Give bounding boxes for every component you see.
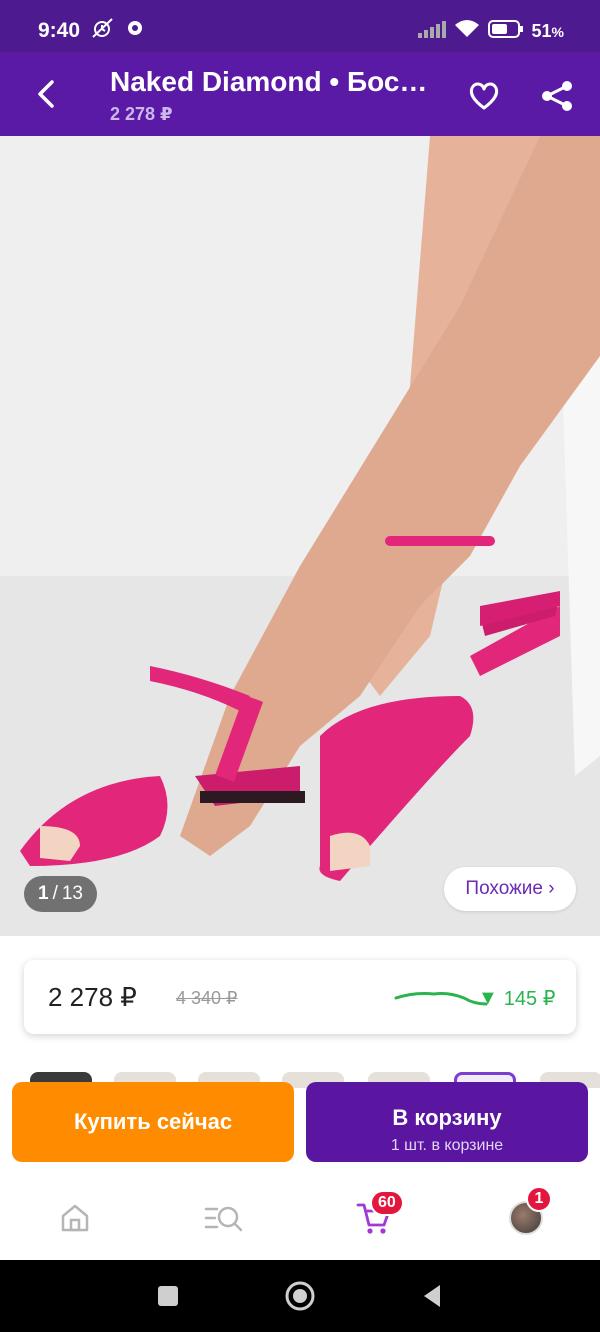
home-icon xyxy=(61,1204,89,1232)
in-cart-count: 1 шт. в корзине xyxy=(390,1137,504,1154)
back-system-button[interactable] xyxy=(414,1278,450,1314)
image-current: 1 xyxy=(38,883,49,904)
nav-profile[interactable]: 1 xyxy=(504,1186,552,1240)
catalog-search-icon xyxy=(204,1206,243,1232)
down-arrow-icon: ▼ xyxy=(478,987,498,1009)
price-drop-amount: 145 ₽ xyxy=(503,988,556,1010)
image-counter: 1 / 13 xyxy=(24,876,97,912)
mute-alarm-icon xyxy=(90,17,116,45)
square-icon xyxy=(158,1286,178,1306)
nav-cart[interactable]: 60 xyxy=(352,1190,404,1240)
back-button[interactable] xyxy=(26,74,66,114)
nav-home[interactable] xyxy=(53,1196,97,1240)
price-card[interactable]: 2 278 ₽ 4 340 ₽ ▼ 145 ₽ xyxy=(24,960,576,1034)
product-photo xyxy=(0,136,600,936)
app-bar: Naked Diamond • Бос… 2 278 ₽ xyxy=(0,52,600,136)
circle-icon xyxy=(285,1281,315,1311)
signal-icon xyxy=(417,20,446,43)
cart-badge: 60 xyxy=(370,1190,404,1216)
clock: 9:40 xyxy=(38,19,81,42)
header-price: 2 278 ₽ xyxy=(110,104,173,124)
add-to-cart-button[interactable]: В корзину 1 шт. в корзине xyxy=(306,1082,588,1162)
battery-unit: % xyxy=(551,23,564,40)
product-image-gallery[interactable]: 1 / 13 Похожие › xyxy=(0,136,600,936)
nav-catalog[interactable] xyxy=(202,1196,246,1240)
home-system-button[interactable] xyxy=(282,1278,318,1314)
buy-now-button[interactable]: Купить сейчас xyxy=(12,1082,294,1162)
similar-button[interactable]: Похожие › xyxy=(444,867,576,911)
share-icon xyxy=(542,81,572,111)
share-button[interactable] xyxy=(536,76,578,116)
add-to-cart-label: В корзину xyxy=(392,1105,502,1130)
bottom-navigation: 60 1 xyxy=(0,1176,600,1260)
battery-icon xyxy=(487,19,524,43)
battery-percent: 51 xyxy=(531,20,552,41)
system-navigation-bar xyxy=(0,1260,600,1332)
old-price: 4 340 ₽ xyxy=(176,988,238,1008)
recent-apps-button[interactable] xyxy=(150,1278,186,1314)
triangle-back-icon xyxy=(424,1285,440,1307)
wifi-icon xyxy=(454,19,480,44)
price-drop: ▼ 145 ₽ xyxy=(478,986,555,1011)
current-price: 2 278 ₽ xyxy=(48,982,137,1012)
image-separator: / xyxy=(52,883,58,904)
notification-app-icon xyxy=(126,19,144,43)
heart-icon xyxy=(469,82,499,110)
product-title: Naked Diamond • Бос… xyxy=(110,66,428,97)
favorite-button[interactable] xyxy=(464,76,504,116)
profile-badge: 1 xyxy=(526,1186,552,1212)
chevron-left-icon xyxy=(38,80,54,108)
image-total: 13 xyxy=(61,883,83,904)
